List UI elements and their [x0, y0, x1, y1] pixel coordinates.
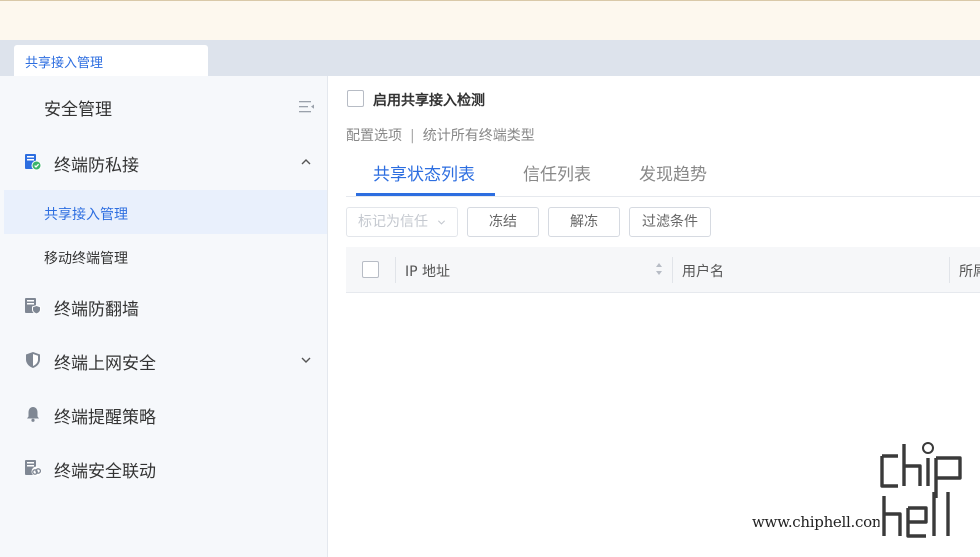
tab-discovery-trend[interactable]: 发现趋势	[639, 160, 707, 185]
bell-icon	[27, 407, 39, 422]
chevron-up-icon[interactable]	[300, 156, 312, 168]
sidebar-item-shared-access[interactable]: 共享接入管理	[4, 190, 327, 234]
chiphell-logo-icon	[878, 442, 965, 540]
chevron-down-icon	[437, 220, 446, 225]
column-divider	[949, 257, 950, 283]
sidebar-header: 安全管理	[0, 76, 327, 134]
collapse-menu-icon[interactable]	[299, 100, 315, 114]
sidebar-group-terminal-anti-sharing[interactable]: 终端防私接	[0, 139, 327, 185]
top-notice-banner	[0, 0, 980, 40]
mark-trust-label: 标记为信任	[358, 214, 428, 230]
column-divider	[395, 257, 396, 283]
sidebar-group-terminal-reminder[interactable]: 终端提醒策略	[0, 391, 327, 437]
sidebar-group-label: 终端防私接	[54, 156, 139, 176]
enable-detection-checkbox[interactable]	[347, 90, 364, 107]
page-tab-bar: 共享接入管理	[0, 40, 980, 76]
sidebar-group-terminal-anti-vpn[interactable]: 终端防翻墙	[0, 283, 327, 329]
sidebar-group-label: 终端上网安全	[54, 354, 156, 374]
chevron-down-icon[interactable]	[300, 354, 312, 366]
active-tab-indicator	[356, 193, 495, 196]
shield-icon	[26, 352, 40, 368]
terminal-check-icon	[25, 154, 42, 171]
sidebar-title: 安全管理	[44, 100, 112, 120]
column-header-username[interactable]: 用户名	[682, 261, 724, 281]
mark-trust-dropdown[interactable]: 标记为信任	[346, 207, 458, 237]
filter-button[interactable]: 过滤条件	[629, 207, 711, 237]
unfreeze-button[interactable]: 解冻	[548, 207, 620, 237]
terminal-link-icon	[25, 460, 42, 477]
sidebar-item-label: 共享接入管理	[44, 207, 128, 223]
config-options-row: 配置选项 | 统计所有终端类型	[346, 125, 535, 145]
content-tabs: 共享状态列表 信任列表 发现趋势	[346, 156, 980, 197]
freeze-button[interactable]: 冻结	[467, 207, 539, 237]
sidebar-group-terminal-web-security[interactable]: 终端上网安全	[0, 337, 327, 383]
tab-shared-status-list[interactable]: 共享状态列表	[373, 160, 475, 185]
column-header-next[interactable]: 所屌	[959, 261, 980, 281]
terminal-shield-icon	[25, 298, 41, 315]
enable-detection-label: 启用共享接入检测	[373, 93, 485, 109]
column-divider	[672, 257, 673, 283]
sidebar-group-label: 终端安全联动	[54, 462, 156, 482]
select-all-checkbox[interactable]	[362, 261, 379, 278]
sidebar-group-label: 终端防翻墙	[54, 300, 139, 320]
watermark-url: www.chiphell.com	[752, 513, 886, 531]
config-separator: |	[410, 128, 415, 144]
tab-trust-list[interactable]: 信任列表	[523, 160, 591, 185]
config-label: 配置选项	[346, 128, 402, 144]
column-header-ip[interactable]: IP 地址	[405, 261, 450, 281]
page-tab-shared-access[interactable]: 共享接入管理	[14, 45, 208, 76]
sidebar-group-label: 终端提醒策略	[54, 408, 156, 428]
config-value[interactable]: 统计所有终端类型	[423, 128, 535, 144]
sidebar-item-label: 移动终端管理	[44, 251, 128, 267]
sidebar: 安全管理 终端防私接 共享接入管理 移动终端管理 终端防翻墙 终端上网安全 终端…	[0, 76, 328, 557]
table-header: IP 地址 用户名 所屌	[346, 247, 980, 293]
sort-icon[interactable]	[655, 262, 663, 276]
sidebar-item-mobile-terminal[interactable]: 移动终端管理	[4, 234, 327, 278]
sidebar-group-terminal-linkage[interactable]: 终端安全联动	[0, 445, 327, 491]
